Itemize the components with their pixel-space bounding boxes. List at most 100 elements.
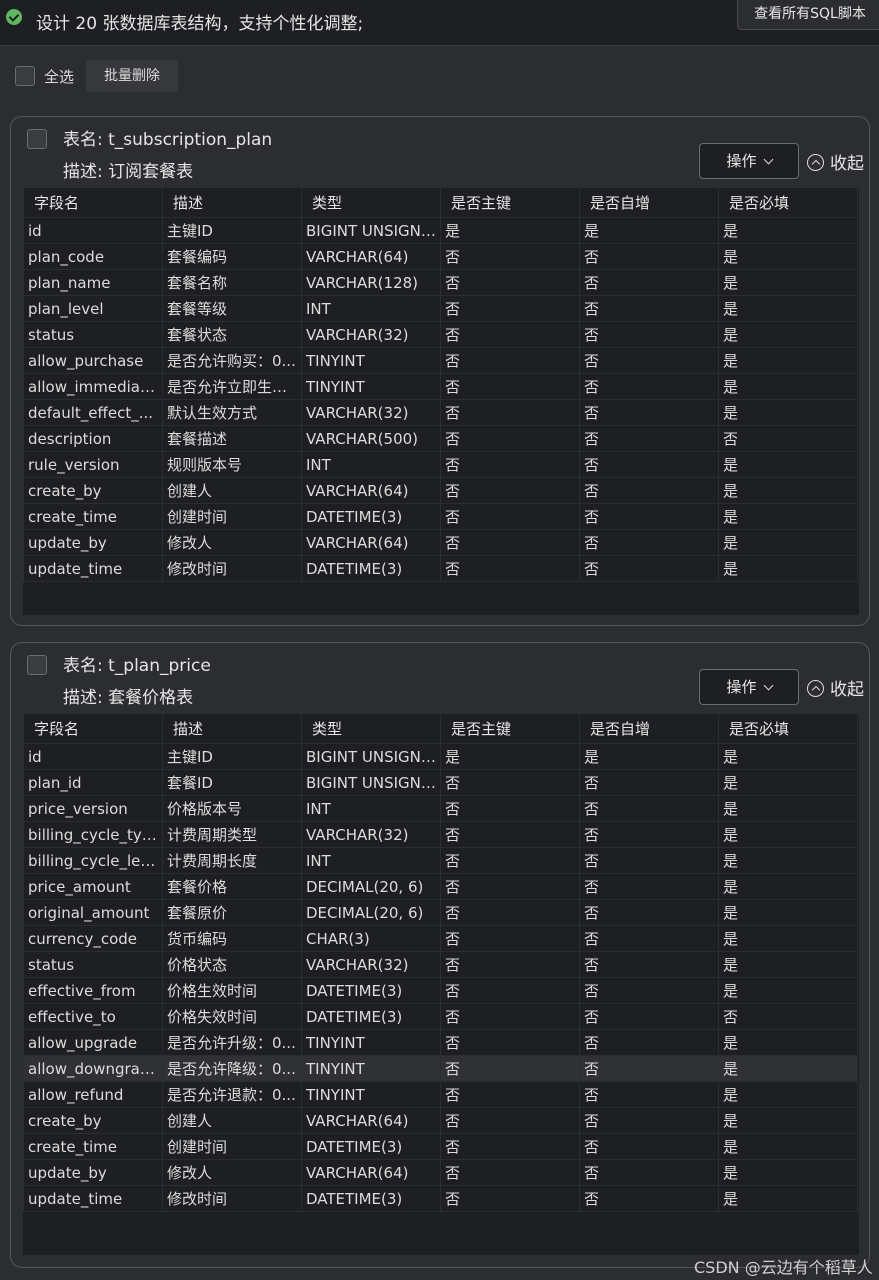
table-cell: 是	[718, 769, 858, 796]
table-cell: effective_from	[23, 977, 163, 1004]
table-cell: allow_refund	[23, 1081, 163, 1108]
table-card-subscription-plan: 表名: t_subscription_plan 描述: 订阅套餐表 操作 收起 …	[10, 116, 870, 626]
table-row[interactable]: allow_refund 是否允许退款：0... TINYINT 否否是	[23, 1081, 858, 1108]
table-row[interactable]: status 套餐状态 VARCHAR(32) 否否是	[23, 321, 858, 348]
table-cell: DECIMAL(20, 6)	[301, 873, 441, 900]
table-row[interactable]: create_by 创建人 VARCHAR(64) 否否是	[23, 477, 858, 504]
chevron-down-icon	[763, 680, 773, 691]
table-cell: 否	[440, 243, 580, 270]
table-cell: 否	[579, 821, 719, 848]
table-cell: 价格失效时间	[162, 1003, 302, 1030]
table-cell: id	[23, 743, 163, 770]
table-cell: 否	[579, 1159, 719, 1186]
table-cell: VARCHAR(64)	[301, 1159, 441, 1186]
table-cell: DATETIME(3)	[301, 555, 441, 582]
table-cell: DATETIME(3)	[301, 1133, 441, 1160]
table-row[interactable]: currency_code 货币编码 CHAR(3) 否否是	[23, 925, 858, 952]
table-row[interactable]: allow_downgrade 是否允许降级：0... TINYINT 否否是	[23, 1055, 858, 1082]
table-row[interactable]: create_by 创建人 VARCHAR(64) 否否是	[23, 1107, 858, 1134]
column-header: 是否自增	[579, 713, 719, 744]
table-cell: 是	[440, 217, 580, 244]
table-cell: 是	[718, 321, 858, 348]
table-row[interactable]: update_by 修改人 VARCHAR(64) 否否是	[23, 529, 858, 556]
table-select-checkbox[interactable]	[27, 655, 47, 675]
table-row[interactable]: status 价格状态 VARCHAR(32) 否否是	[23, 951, 858, 978]
table-cell: 修改人	[162, 1159, 302, 1186]
table-cell: 否	[579, 243, 719, 270]
table-row[interactable]: update_time 修改时间 DATETIME(3) 否否是	[23, 555, 858, 582]
table-row[interactable]: update_by 修改人 VARCHAR(64) 否否是	[23, 1159, 858, 1186]
table-cell: 否	[440, 529, 580, 556]
table-cell: 修改时间	[162, 1185, 302, 1212]
select-all-checkbox[interactable]	[15, 66, 35, 86]
table-cell: 规则版本号	[162, 451, 302, 478]
table-cell: plan_code	[23, 243, 163, 270]
table-cell: 价格版本号	[162, 795, 302, 822]
table-row[interactable]: create_time 创建时间 DATETIME(3) 否否是	[23, 1133, 858, 1160]
table-row[interactable]: price_version 价格版本号 INT 否否是	[23, 795, 858, 822]
table-row[interactable]: default_effect_... 默认生效方式 VARCHAR(32) 否否是	[23, 399, 858, 426]
table-select-checkbox[interactable]	[27, 129, 47, 149]
table-row[interactable]: effective_to 价格失效时间 DATETIME(3) 否否否	[23, 1003, 858, 1030]
table-row[interactable]: price_amount 套餐价格 DECIMAL(20, 6) 否否是	[23, 873, 858, 900]
table-cell: 是	[718, 951, 858, 978]
collapse-button[interactable]: 收起	[807, 149, 864, 174]
table-row[interactable]: allow_immediat... 是否允许立即生效... TINYINT 否否是	[23, 373, 858, 400]
table-cell: 是否允许升级：0...	[162, 1029, 302, 1056]
table-row[interactable]: effective_from 价格生效时间 DATETIME(3) 否否是	[23, 977, 858, 1004]
table-row[interactable]: create_time 创建时间 DATETIME(3) 否否是	[23, 503, 858, 530]
table-cell: DATETIME(3)	[301, 977, 441, 1004]
watermark: CSDN @云边有个稻草人	[694, 1258, 873, 1277]
batch-delete-button[interactable]: 批量删除	[86, 60, 178, 92]
table-row[interactable]: plan_id 套餐ID BIGINT UNSIGNED 否否是	[23, 769, 858, 796]
table-cell: TINYINT	[301, 1029, 441, 1056]
table-cell: 是	[579, 217, 719, 244]
table-cell: 否	[440, 1159, 580, 1186]
table-row[interactable]: plan_code 套餐编码 VARCHAR(64) 否否是	[23, 243, 858, 270]
operation-dropdown-button[interactable]: 操作	[699, 143, 799, 179]
table-cell: INT	[301, 451, 441, 478]
table-cell: 否	[579, 295, 719, 322]
table-cell: 否	[440, 873, 580, 900]
table-cell: 否	[579, 529, 719, 556]
column-header: 字段名	[23, 187, 163, 218]
table-row[interactable]: update_time 修改时间 DATETIME(3) 否否是	[23, 1185, 858, 1212]
table-cell: 否	[579, 899, 719, 926]
table-row[interactable]: plan_name 套餐名称 VARCHAR(128) 否否是	[23, 269, 858, 296]
table-row[interactable]: billing_cycle_len... 计费周期长度 INT 否否是	[23, 847, 858, 874]
table-cell: 否	[579, 1029, 719, 1056]
table-cell: rule_version	[23, 451, 163, 478]
table-cell: 套餐状态	[162, 321, 302, 348]
table-cell: price_amount	[23, 873, 163, 900]
table-cell: 否	[579, 451, 719, 478]
column-header: 类型	[301, 187, 441, 218]
table-cell: 是	[718, 1081, 858, 1108]
table-row[interactable]: id 主键ID BIGINT UNSIGNED 是是是	[23, 743, 858, 770]
table-cell: 价格生效时间	[162, 977, 302, 1004]
table-row[interactable]: description 套餐描述 VARCHAR(500) 否否否	[23, 425, 858, 452]
column-header: 类型	[301, 713, 441, 744]
operation-dropdown-button[interactable]: 操作	[699, 669, 799, 705]
table-cell: 是	[718, 243, 858, 270]
table-row[interactable]: plan_level 套餐等级 INT 否否是	[23, 295, 858, 322]
table-cell: 否	[579, 1133, 719, 1160]
table-cell: INT	[301, 795, 441, 822]
collapse-button[interactable]: 收起	[807, 675, 864, 700]
table-row[interactable]: original_amount 套餐原价 DECIMAL(20, 6) 否否是	[23, 899, 858, 926]
table-cell: original_amount	[23, 899, 163, 926]
table-row[interactable]: rule_version 规则版本号 INT 否否是	[23, 451, 858, 478]
table-cell: 否	[440, 925, 580, 952]
table-row[interactable]: id 主键ID BIGINT UNSIGNED 是是是	[23, 217, 858, 244]
table-cell: 否	[440, 977, 580, 1004]
table-row[interactable]: allow_upgrade 是否允许升级：0... TINYINT 否否是	[23, 1029, 858, 1056]
table-cell: 否	[579, 1081, 719, 1108]
field-table: 字段名 描述 类型 是否主键 是否自增 是否必填 id 主键ID BIGINT UN…	[23, 713, 858, 1212]
table-cell: status	[23, 321, 163, 348]
table-cell: 否	[440, 847, 580, 874]
table-row[interactable]: allow_purchase 是否允许购买：0... TINYINT 否否是	[23, 347, 858, 374]
select-all-label: 全选	[44, 68, 75, 86]
operation-label: 操作	[726, 152, 757, 170]
view-all-sql-button[interactable]: 查看所有SQL脚本	[737, 0, 879, 30]
table-cell: 是	[718, 1055, 858, 1082]
table-row[interactable]: billing_cycle_type 计费周期类型 VARCHAR(32) 否否是	[23, 821, 858, 848]
